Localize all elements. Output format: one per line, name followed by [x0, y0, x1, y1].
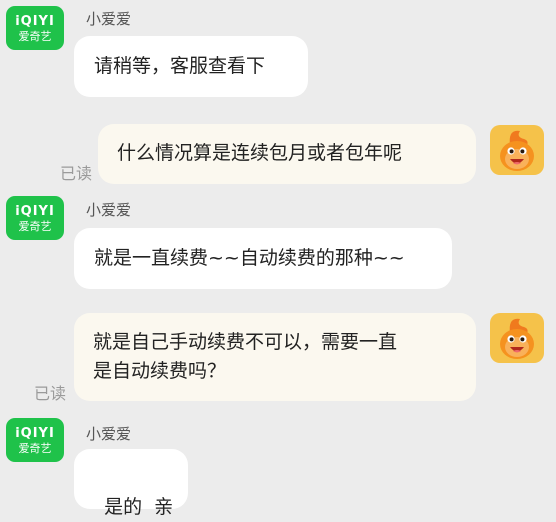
iqiyi-avatar[interactable]: iQIYI 爱奇艺: [6, 6, 64, 50]
message-bubble-agent[interactable]: 请稍等，客服查看下: [74, 36, 308, 97]
cartoon-mascot-icon: [500, 130, 534, 171]
iqiyi-avatar[interactable]: iQIYI 爱奇艺: [6, 196, 64, 240]
logo-text-latin: iQIYI: [15, 14, 55, 29]
message-bubble-user[interactable]: 什么情况算是连续包月或者包年呢: [98, 124, 476, 184]
sender-name: 小爱爱: [86, 425, 132, 443]
message-text: 什么情况算是连续包月或者包年呢: [117, 142, 403, 164]
message-bubble-agent[interactable]: 是的 亲: [74, 449, 188, 518]
logo-text-cn: 爱奇艺: [18, 220, 52, 233]
user-avatar[interactable]: [490, 125, 544, 175]
sender-name: 小爱爱: [86, 201, 132, 219]
message-text-line: 是自动续费吗？: [93, 360, 227, 382]
logo-text-cn: 爱奇艺: [18, 30, 52, 43]
user-avatar[interactable]: [490, 313, 544, 363]
message-text-line: 就是自己手动续费不可以，需要一直: [93, 331, 398, 353]
logo-text-latin: iQIYI: [15, 204, 55, 219]
message-text: 请稍等，客服查看下: [94, 55, 266, 77]
logo-text-latin: iQIYI: [15, 426, 55, 441]
logo-text-cn: 爱奇艺: [18, 442, 52, 455]
sender-name: 小爱爱: [86, 10, 132, 28]
message-text: 是的 亲: [104, 496, 174, 518]
iqiyi-avatar[interactable]: iQIYI 爱奇艺: [6, 418, 64, 462]
message-bubble-user[interactable]: 就是自己手动续费不可以，需要一直 是自动续费吗？: [74, 313, 476, 401]
cartoon-mascot-icon: [500, 318, 534, 359]
message-bubble-agent[interactable]: 就是一直续费~~自动续费的那种~~: [74, 228, 452, 289]
read-status: 已读: [34, 384, 67, 403]
read-status: 已读: [60, 164, 93, 183]
message-text: 就是一直续费~~自动续费的那种~~: [94, 247, 405, 269]
